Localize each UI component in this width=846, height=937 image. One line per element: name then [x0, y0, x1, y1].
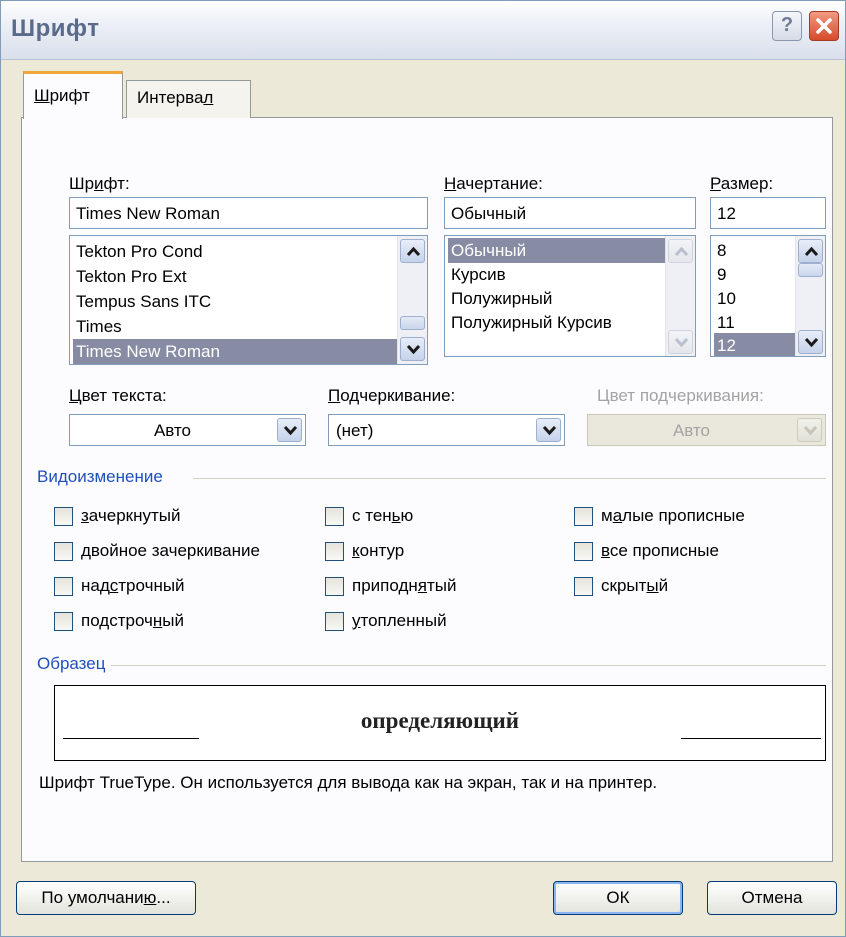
list-item[interactable]: 9: [714, 262, 795, 287]
list-item[interactable]: Курсив: [448, 262, 665, 287]
font-label: Шрифт:: [69, 174, 130, 193]
preview-sample-text: определяющий: [360, 708, 520, 733]
preview-box: определяющий: [54, 685, 826, 761]
list-item-selected[interactable]: Обычный: [448, 238, 665, 263]
preview-line-right: [681, 738, 821, 739]
font-list-scrollbar[interactable]: [397, 236, 427, 364]
close-icon: [816, 18, 832, 34]
list-item[interactable]: 10: [714, 286, 795, 311]
dropdown-button[interactable]: [277, 418, 302, 442]
divider: [111, 665, 826, 666]
preview-line-left: [63, 738, 199, 739]
list-item[interactable]: Tekton Pro Ext: [73, 264, 397, 289]
font-list[interactable]: Tekton Pro Cond Tekton Pro Ext Tempus Sa…: [69, 235, 428, 365]
font-style-list[interactable]: Обычный Курсив Полужирный Полужирный Кур…: [444, 235, 696, 357]
scroll-up-button[interactable]: [400, 239, 425, 263]
text-color-select[interactable]: Авто: [69, 414, 306, 446]
close-button[interactable]: [809, 11, 839, 41]
font-name-input[interactable]: Times New Roman: [69, 197, 428, 229]
chevron-down-icon: [543, 425, 556, 436]
tab-spacing[interactable]: Интервал: [126, 80, 251, 118]
text-color-label: Цвет текста:: [69, 386, 167, 405]
chevron-up-icon: [805, 246, 818, 257]
underline-label: Подчеркивание:: [328, 386, 456, 405]
title-bar: Шрифт ?: [1, 1, 845, 60]
size-label: Размер:: [710, 174, 774, 193]
divider: [193, 478, 826, 479]
list-item-selected[interactable]: Times New Roman: [73, 339, 397, 364]
default-button[interactable]: По умолчанию...: [16, 881, 196, 915]
chevron-up-icon: [407, 246, 420, 257]
scroll-thumb[interactable]: [798, 263, 823, 277]
tab-font[interactable]: Шрифт: [23, 71, 123, 119]
chevron-down-icon: [284, 425, 297, 436]
size-list-scrollbar[interactable]: [795, 236, 825, 356]
style-label: Начертание:: [444, 174, 543, 193]
scroll-down-button[interactable]: [668, 330, 693, 354]
underline-select[interactable]: (нет): [328, 414, 565, 446]
underline-color-select[interactable]: Авто: [587, 414, 826, 446]
style-list-scrollbar[interactable]: [665, 236, 695, 356]
scroll-down-button[interactable]: [400, 337, 425, 361]
scroll-up-button[interactable]: [668, 239, 693, 263]
chevron-up-icon: [675, 246, 688, 257]
font-dialog: Шрифт ? Шрифт Интервал Шрифт: Times New …: [0, 0, 846, 937]
list-item[interactable]: Полужирный Курсив: [448, 310, 665, 335]
scroll-up-button[interactable]: [798, 239, 823, 263]
list-item[interactable]: Tempus Sans ITC: [73, 289, 397, 314]
font-style-input[interactable]: Обычный: [444, 197, 696, 229]
question-mark-icon: ?: [780, 14, 794, 36]
preview-group-title: Образец: [37, 654, 106, 673]
list-item[interactable]: Times: [73, 314, 397, 339]
cancel-button[interactable]: Отмена: [707, 881, 837, 915]
list-item[interactable]: Tekton Pro Cond: [73, 239, 397, 264]
list-item[interactable]: Полужирный: [448, 286, 665, 311]
effects-group-title: Видоизменение: [37, 467, 163, 486]
chevron-down-icon: [407, 344, 420, 355]
dropdown-button[interactable]: [536, 418, 561, 442]
font-size-list[interactable]: 8 9 10 11 12: [710, 235, 826, 357]
scroll-thumb[interactable]: [400, 316, 425, 330]
scroll-down-button[interactable]: [798, 330, 823, 354]
help-button[interactable]: ?: [772, 11, 802, 41]
underline-color-label: Цвет подчеркивания:: [597, 386, 764, 405]
window-title: Шрифт: [11, 15, 100, 42]
list-item[interactable]: 8: [714, 238, 795, 263]
ok-button[interactable]: ОК: [553, 881, 683, 915]
preview-note: Шрифт TrueType. Он используется для выво…: [39, 773, 658, 792]
chevron-down-icon: [675, 337, 688, 348]
list-item-selected[interactable]: 12: [714, 333, 795, 356]
chevron-down-icon: [804, 425, 817, 436]
dropdown-button[interactable]: [797, 418, 822, 442]
chevron-down-icon: [805, 337, 818, 348]
font-size-input[interactable]: 12: [710, 197, 826, 229]
list-item[interactable]: 11: [714, 310, 795, 335]
